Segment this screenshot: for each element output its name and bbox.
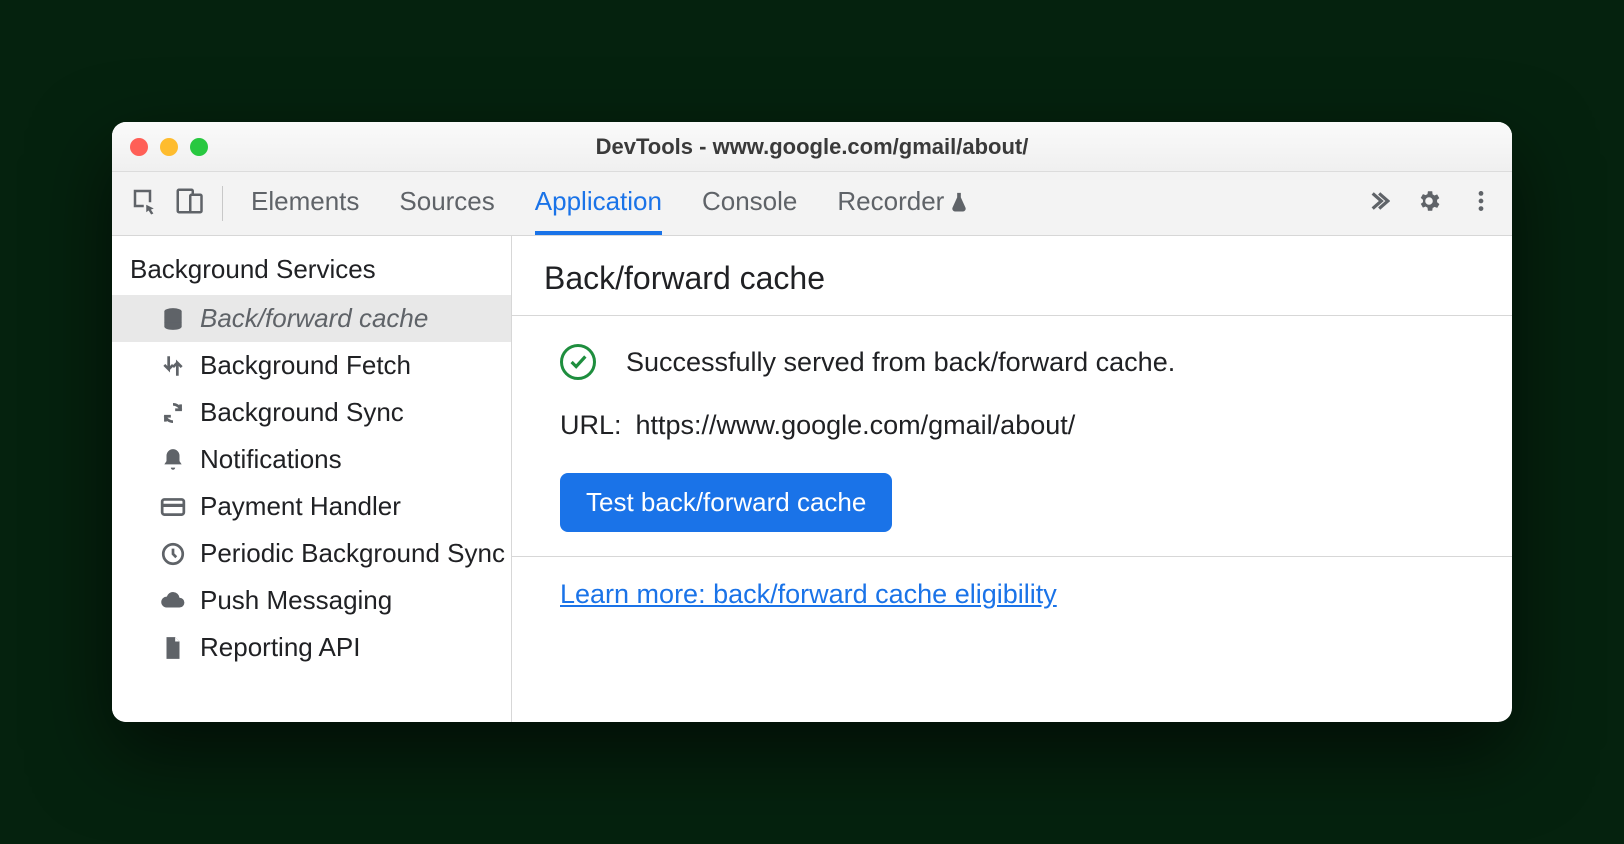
inspect-element-icon[interactable] (130, 186, 160, 221)
sidebar-item-push-messaging[interactable]: Push Messaging (112, 577, 511, 624)
database-icon (160, 306, 186, 332)
settings-icon[interactable] (1416, 188, 1442, 219)
document-icon (160, 635, 186, 661)
url-row: URL: https://www.google.com/gmail/about/ (560, 410, 1464, 441)
result-area: Successfully served from back/forward ca… (512, 316, 1512, 557)
sidebar-item-background-fetch[interactable]: Background Fetch (112, 342, 511, 389)
sidebar-item-label: Push Messaging (200, 585, 392, 616)
test-bfcache-button[interactable]: Test back/forward cache (560, 473, 892, 532)
sidebar-item-reporting-api[interactable]: Reporting API (112, 624, 511, 671)
sidebar-item-notifications[interactable]: Notifications (112, 436, 511, 483)
tab-sources[interactable]: Sources (399, 172, 494, 235)
sidebar-item-periodic-bg-sync[interactable]: Periodic Background Sync (112, 530, 511, 577)
bell-icon (160, 447, 186, 473)
credit-card-icon (160, 494, 186, 520)
learn-more-link[interactable]: Learn more: back/forward cache eligibili… (560, 579, 1057, 609)
tab-recorder[interactable]: Recorder (837, 172, 970, 235)
url-value: https://www.google.com/gmail/about/ (636, 410, 1076, 441)
tab-application[interactable]: Application (535, 172, 662, 235)
sidebar-item-label: Payment Handler (200, 491, 401, 522)
minimize-window-button[interactable] (160, 138, 178, 156)
window-controls (130, 138, 208, 156)
devtools-toolbar: Elements Sources Application Console Rec… (112, 172, 1512, 236)
status-row: Successfully served from back/forward ca… (560, 344, 1464, 380)
content-area: Background Services Back/forward cache B… (112, 236, 1512, 722)
main-panel: Back/forward cache Successfully served f… (512, 236, 1512, 722)
cloud-icon (160, 588, 186, 614)
devtools-window: DevTools - www.google.com/gmail/about/ E… (112, 122, 1512, 722)
device-toolbar-icon[interactable] (174, 186, 204, 221)
zoom-window-button[interactable] (190, 138, 208, 156)
more-tabs-icon[interactable] (1364, 188, 1390, 219)
sidebar-item-label: Notifications (200, 444, 342, 475)
tab-console[interactable]: Console (702, 172, 797, 235)
sidebar-item-label: Background Sync (200, 397, 404, 428)
sidebar-section-header: Background Services (112, 236, 511, 295)
status-message: Successfully served from back/forward ca… (626, 347, 1175, 378)
sync-icon (160, 400, 186, 426)
sidebar-item-bfcache[interactable]: Back/forward cache (112, 295, 511, 342)
close-window-button[interactable] (130, 138, 148, 156)
sidebar: Background Services Back/forward cache B… (112, 236, 512, 722)
sidebar-item-label: Periodic Background Sync (200, 538, 505, 569)
transfer-icon (160, 353, 186, 379)
clock-icon (160, 541, 186, 567)
url-label: URL: (560, 410, 622, 441)
tab-elements[interactable]: Elements (251, 172, 359, 235)
sidebar-item-label: Back/forward cache (200, 303, 428, 334)
window-title: DevTools - www.google.com/gmail/about/ (112, 134, 1512, 160)
tab-recorder-label: Recorder (837, 186, 944, 217)
success-check-icon (560, 344, 596, 380)
panel-title: Back/forward cache (512, 236, 1512, 316)
main-tabs: Elements Sources Application Console Rec… (251, 172, 1346, 235)
sidebar-item-background-sync[interactable]: Background Sync (112, 389, 511, 436)
window-titlebar: DevTools - www.google.com/gmail/about/ (112, 122, 1512, 172)
kebab-menu-icon[interactable] (1468, 188, 1494, 219)
flask-icon (948, 191, 970, 213)
sidebar-item-label: Background Fetch (200, 350, 411, 381)
toolbar-right-group (1364, 188, 1494, 219)
sidebar-item-label: Reporting API (200, 632, 360, 663)
link-area: Learn more: back/forward cache eligibili… (512, 557, 1512, 632)
toolbar-left-group (130, 186, 223, 221)
sidebar-item-payment-handler[interactable]: Payment Handler (112, 483, 511, 530)
